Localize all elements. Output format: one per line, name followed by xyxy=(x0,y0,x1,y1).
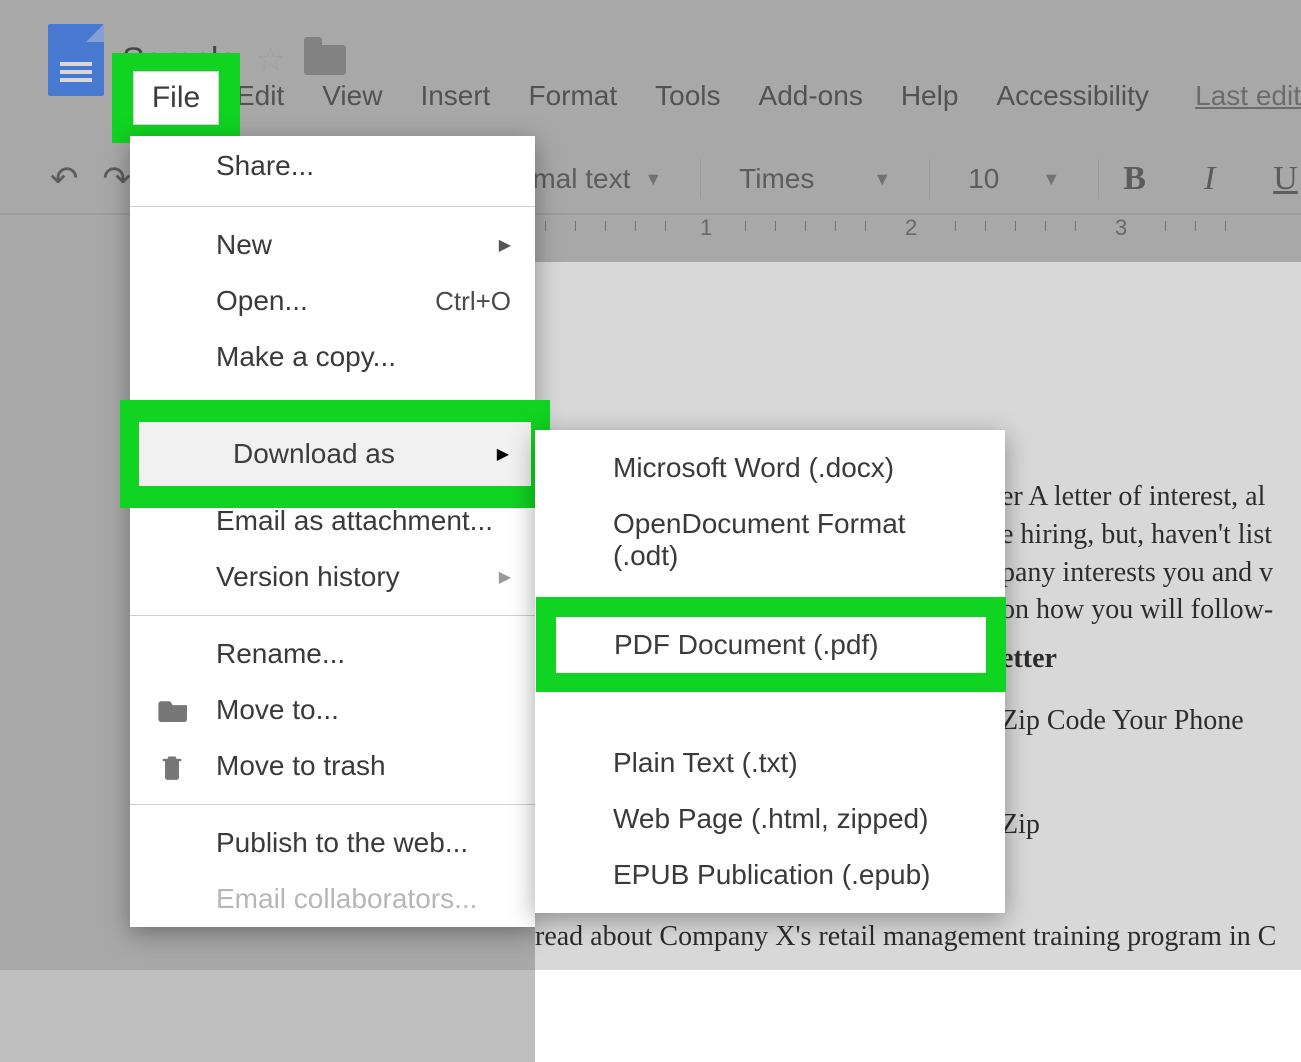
doc-text: pany interests you and v xyxy=(1001,557,1273,588)
menu-item-label: Email collaborators... xyxy=(216,883,477,915)
download-epub[interactable]: EPUB Publication (.epub) xyxy=(535,847,1005,903)
menu-tools[interactable]: Tools xyxy=(655,80,720,112)
submenu-arrow-icon: ▶ xyxy=(497,444,509,464)
menu-help[interactable]: Help xyxy=(901,80,959,112)
folder-icon xyxy=(158,696,192,724)
menu-divider xyxy=(130,206,535,207)
doc-text: read about Company X's retail management… xyxy=(535,921,1276,952)
ruler-num: 2 xyxy=(905,215,917,241)
doc-text-bold: etter xyxy=(1001,643,1057,674)
docs-logo-icon[interactable] xyxy=(48,24,104,96)
redo-icon[interactable]: ↷ xyxy=(103,159,132,199)
menu-item-label: Open... xyxy=(216,285,308,317)
menu-addons[interactable]: Add-ons xyxy=(759,80,863,112)
menu-divider xyxy=(130,615,535,616)
menu-item-label: New xyxy=(216,229,272,261)
ruler-num: 1 xyxy=(700,215,712,241)
menu-accessibility[interactable]: Accessibility xyxy=(996,80,1148,112)
download-html[interactable]: Web Page (.html, zipped) xyxy=(535,791,1005,847)
menu-view[interactable]: View xyxy=(322,80,382,112)
file-menu-version-history[interactable]: Version history ▶ xyxy=(130,549,535,605)
menu-item-label: Move to trash xyxy=(216,750,386,782)
trash-icon xyxy=(158,752,192,780)
star-icon[interactable]: ☆ xyxy=(255,40,285,80)
file-menu-share[interactable]: Share... xyxy=(130,136,535,196)
menu-item-label: Email as attachment... xyxy=(216,505,493,537)
last-edit-link[interactable]: Last edit xyxy=(1195,80,1301,112)
highlight-download-pdf: PDF Document (.pdf) xyxy=(536,597,1006,692)
font-dropdown[interactable]: Times ▼ xyxy=(725,163,905,195)
download-docx[interactable]: Microsoft Word (.docx) xyxy=(535,440,1005,496)
ruler: 1 2 3 xyxy=(535,215,1301,255)
download-txt[interactable]: Plain Text (.txt) xyxy=(535,735,1005,791)
menu-item-label: EPUB Publication (.epub) xyxy=(613,859,931,890)
file-menu-move-to-trash[interactable]: Move to trash xyxy=(130,738,535,794)
file-dropdown: Share... New ▶ Open... Ctrl+O Make a cop… xyxy=(130,136,535,927)
menu-item-label: OpenDocument Format (.odt) xyxy=(613,508,906,571)
file-menu-publish[interactable]: Publish to the web... xyxy=(130,815,535,871)
menu-item-label: Microsoft Word (.docx) xyxy=(613,452,894,483)
doc-text: Zip xyxy=(1001,809,1040,840)
menu-item-label: Plain Text (.txt) xyxy=(613,747,798,778)
file-menu-rename[interactable]: Rename... xyxy=(130,626,535,682)
caret-down-icon: ▼ xyxy=(1042,169,1060,190)
toolbar-separator xyxy=(929,159,930,199)
undo-icon[interactable]: ↶ xyxy=(50,159,79,199)
doc-text: e hiring, but, haven't list xyxy=(1001,519,1272,550)
caret-down-icon: ▼ xyxy=(873,169,891,190)
file-menu-download-as[interactable]: Download as ▶ xyxy=(139,422,531,486)
menu-item-label: Share... xyxy=(216,150,314,182)
menu-edit[interactable]: Edit xyxy=(236,80,284,112)
file-menu-email-collaborators: Email collaborators... xyxy=(130,871,535,927)
doc-text: Zip Code Your Phone xyxy=(1001,705,1244,736)
menu-insert[interactable]: Insert xyxy=(420,80,490,112)
highlight-download-as: Download as ▶ xyxy=(120,400,550,508)
menu-item-label: Web Page (.html, zipped) xyxy=(613,803,928,834)
submenu-arrow-icon: ▶ xyxy=(499,235,511,255)
fontsize-dropdown[interactable]: 10 ▼ xyxy=(954,163,1074,195)
doc-text: on how you will follow- xyxy=(1001,594,1273,625)
shortcut-label: Ctrl+O xyxy=(435,286,511,317)
highlight-file-menu: File xyxy=(112,53,240,143)
font-label: Times xyxy=(739,163,814,195)
fontsize-label: 10 xyxy=(968,163,999,195)
submenu-arrow-icon: ▶ xyxy=(499,567,511,587)
toolbar-separator xyxy=(700,159,701,199)
underline-button[interactable]: U xyxy=(1273,160,1298,198)
folder-icon[interactable] xyxy=(304,45,346,75)
menubar: Edit View Insert Format Tools Add-ons He… xyxy=(140,80,1301,112)
menu-item-label: Move to... xyxy=(216,694,339,726)
download-odt[interactable]: OpenDocument Format (.odt) xyxy=(535,496,1005,584)
menu-divider xyxy=(130,804,535,805)
caret-down-icon: ▼ xyxy=(644,169,662,190)
menu-item-label: PDF Document (.pdf) xyxy=(614,629,879,661)
doc-text: er A letter of interest, al xyxy=(1001,481,1265,512)
menu-item-label: Download as xyxy=(233,438,395,470)
style-label: rmal text xyxy=(523,163,630,195)
file-menu-new[interactable]: New ▶ xyxy=(130,217,535,273)
menu-item-label: Publish to the web... xyxy=(216,827,468,859)
file-menu-open[interactable]: Open... Ctrl+O xyxy=(130,273,535,329)
menu-file[interactable]: File xyxy=(133,71,219,125)
menu-format[interactable]: Format xyxy=(528,80,617,112)
download-pdf[interactable]: PDF Document (.pdf) xyxy=(556,617,986,673)
italic-button[interactable]: I xyxy=(1204,160,1215,198)
file-menu-move-to[interactable]: Move to... xyxy=(130,682,535,738)
toolbar-separator xyxy=(1098,159,1099,199)
menu-item-label: Version history xyxy=(216,561,400,593)
ruler-num: 3 xyxy=(1115,215,1127,241)
bold-button[interactable]: B xyxy=(1123,160,1146,198)
menu-item-label: Make a copy... xyxy=(216,341,396,373)
menu-item-label: Rename... xyxy=(216,638,345,670)
file-menu-make-copy[interactable]: Make a copy... xyxy=(130,329,535,385)
